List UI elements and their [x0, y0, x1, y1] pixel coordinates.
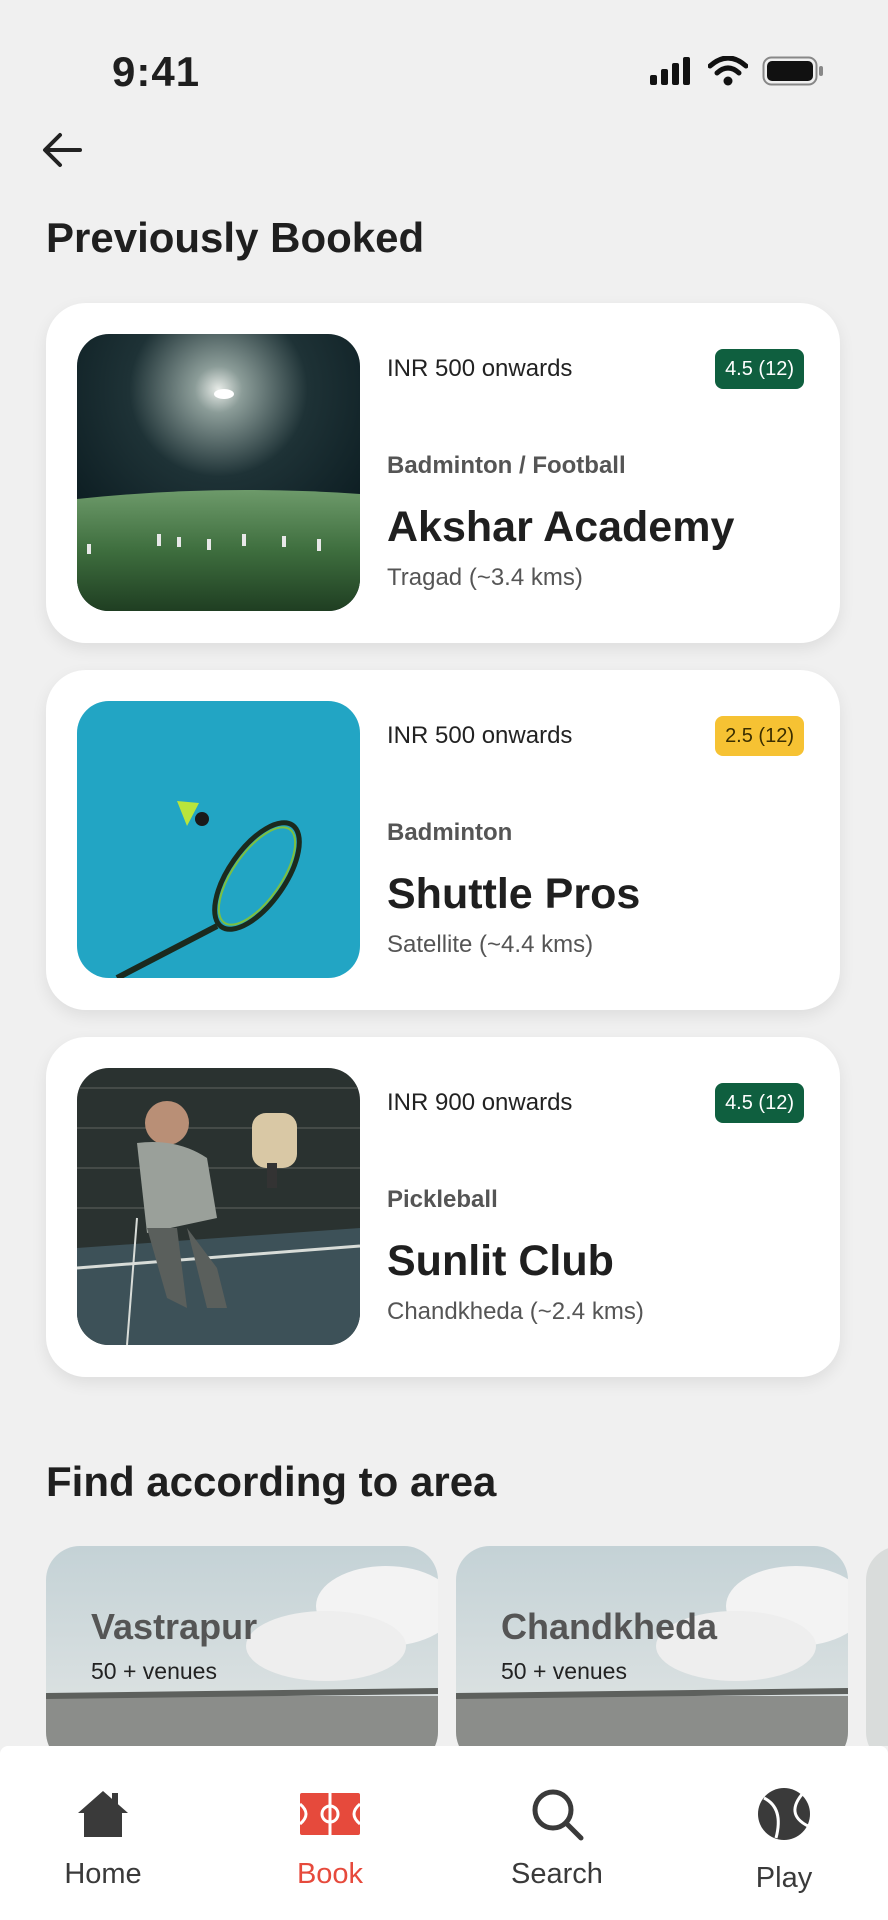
nav-book[interactable]: Book: [240, 1746, 420, 1920]
venue-name: Sunlit Club: [387, 1237, 614, 1285]
ball-icon: [752, 1784, 816, 1844]
nav-home[interactable]: Home: [13, 1746, 193, 1920]
venue-location: Satellite (~4.4 kms): [387, 931, 594, 958]
area-card[interactable]: [866, 1546, 888, 1746]
venue-image-badminton: [77, 701, 360, 978]
nav-home-label: Home: [64, 1858, 142, 1890]
venue-sports: Badminton: [387, 819, 513, 846]
back-button[interactable]: [36, 124, 88, 176]
nav-search[interactable]: Search: [467, 1746, 647, 1920]
court-icon: [298, 1784, 362, 1844]
rating-badge: 4.5 (12): [715, 1083, 804, 1123]
nav-play[interactable]: Play: [694, 1746, 874, 1920]
rating-badge: 2.5 (12): [715, 716, 804, 756]
status-bar: 9:41: [0, 0, 888, 120]
arrow-left-icon: [43, 133, 82, 167]
status-icons: [650, 56, 824, 86]
venue-card[interactable]: INR 900 onwards 4.5 (12) Pickleball Sunl…: [46, 1037, 840, 1377]
venue-name: Shuttle Pros: [387, 870, 641, 918]
home-icon: [71, 1784, 135, 1844]
venue-location: Chandkheda (~2.4 kms): [387, 1298, 644, 1325]
venue-card[interactable]: INR 500 onwards 2.5 (12) Badminton Shutt…: [46, 670, 840, 1010]
venue-price: INR 500 onwards: [387, 722, 573, 749]
nav-play-label: Play: [755, 1862, 813, 1894]
battery-icon: [762, 56, 823, 86]
bottom-nav: Home Book Search Play: [0, 1746, 888, 1920]
venue-image-stadium: [77, 334, 360, 611]
find-by-area-title: Find according to area: [46, 1458, 497, 1505]
area-name: Vastrapur: [91, 1606, 258, 1647]
venue-price: INR 500 onwards: [387, 355, 573, 382]
status-time: 9:41: [112, 48, 201, 95]
venue-name: Akshar Academy: [387, 503, 735, 551]
signal-icon: [650, 57, 690, 85]
wifi-icon: [708, 56, 748, 86]
venue-card[interactable]: INR 500 onwards 4.5 (12) Badminton / Foo…: [46, 303, 840, 643]
area-name: Chandkheda: [501, 1606, 718, 1647]
area-card[interactable]: Chandkheda 50 + venues: [456, 1546, 848, 1746]
area-carousel[interactable]: Vastrapur 50 + venues Chandkheda 50 + ve…: [46, 1546, 888, 1746]
venue-sports: Badminton / Football: [387, 452, 626, 479]
venue-price: INR 900 onwards: [387, 1089, 573, 1116]
area-card[interactable]: Vastrapur 50 + venues: [46, 1546, 438, 1746]
rating-badge: 4.5 (12): [715, 349, 804, 389]
search-icon: [525, 1784, 589, 1844]
previously-booked-title: Previously Booked: [46, 214, 425, 261]
venue-image-pickleball: [77, 1068, 360, 1345]
area-venue-count: 50 + venues: [501, 1658, 627, 1684]
venue-location: Tragad (~3.4 kms): [387, 564, 583, 591]
area-venue-count: 50 + venues: [91, 1658, 217, 1684]
nav-search-label: Search: [511, 1858, 603, 1890]
nav-book-label: Book: [296, 1858, 364, 1890]
venue-sports: Pickleball: [387, 1186, 498, 1213]
